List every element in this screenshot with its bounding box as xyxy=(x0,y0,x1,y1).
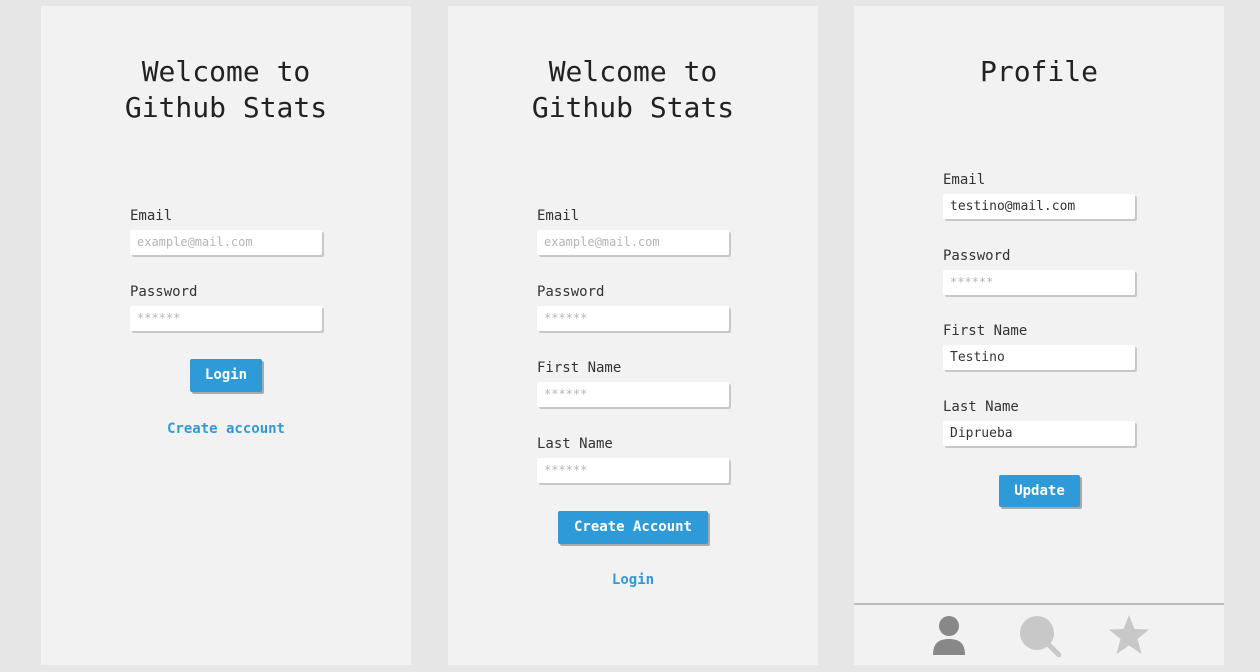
first-name-input[interactable]: Testino xyxy=(943,345,1135,370)
last-name-input[interactable]: ****** xyxy=(537,458,729,483)
email-field-group: Email example@mail.com xyxy=(130,208,322,255)
email-field-group: Email example@mail.com xyxy=(537,208,729,255)
password-input[interactable]: ****** xyxy=(537,306,729,331)
password-input[interactable]: ****** xyxy=(130,306,322,331)
profile-screen: Profile Email testino@mail.com Password … xyxy=(854,6,1224,665)
update-button[interactable]: Update xyxy=(999,475,1080,507)
create-account-link[interactable]: Create account xyxy=(41,421,411,437)
last-name-label: Last Name xyxy=(943,399,1019,415)
password-label: Password xyxy=(943,248,1011,264)
login-screen: Welcome to Github Stats Email example@ma… xyxy=(41,6,411,665)
password-field-group: Password ****** xyxy=(130,284,322,331)
page-title: Profile xyxy=(979,55,1098,88)
last-name-field-group: Last Name Diprueba xyxy=(943,399,1135,446)
nav-search[interactable] xyxy=(1017,613,1062,658)
last-name-field-group: Last Name ****** xyxy=(537,436,729,483)
last-name-label: Last Name xyxy=(537,436,613,452)
password-label: Password xyxy=(537,284,605,300)
password-field-group: Password ****** xyxy=(537,284,729,331)
first-name-field-group: First Name Testino xyxy=(943,323,1135,370)
search-icon xyxy=(1020,616,1062,658)
login-link[interactable]: Login xyxy=(448,572,818,588)
first-name-label: First Name xyxy=(943,323,1028,339)
email-input[interactable]: example@mail.com xyxy=(130,230,322,255)
signup-screen: Welcome to Github Stats Email example@ma… xyxy=(448,6,818,665)
user-icon xyxy=(933,616,965,655)
login-button[interactable]: Login xyxy=(190,359,262,392)
last-name-input[interactable]: Diprueba xyxy=(943,421,1135,446)
nav-profile[interactable] xyxy=(927,613,971,657)
email-label: Email xyxy=(943,172,986,188)
first-name-label: First Name xyxy=(537,360,622,376)
create-account-button[interactable]: Create Account xyxy=(558,511,708,544)
email-input[interactable]: example@mail.com xyxy=(537,230,729,255)
first-name-input[interactable]: ****** xyxy=(537,382,729,407)
email-label: Email xyxy=(130,208,173,224)
email-input[interactable]: testino@mail.com xyxy=(943,194,1135,219)
first-name-field-group: First Name ****** xyxy=(537,360,729,407)
bottom-nav xyxy=(854,603,1224,665)
password-label: Password xyxy=(130,284,198,300)
star-icon xyxy=(1109,615,1149,654)
page-title: Welcome to Github Stats xyxy=(124,55,328,124)
page-title: Welcome to Github Stats xyxy=(531,55,735,124)
email-field-group: Email testino@mail.com xyxy=(943,172,1135,219)
nav-favorites[interactable] xyxy=(1107,613,1151,657)
password-field-group: Password ****** xyxy=(943,248,1135,295)
email-label: Email xyxy=(537,208,580,224)
password-input[interactable]: ****** xyxy=(943,270,1135,295)
